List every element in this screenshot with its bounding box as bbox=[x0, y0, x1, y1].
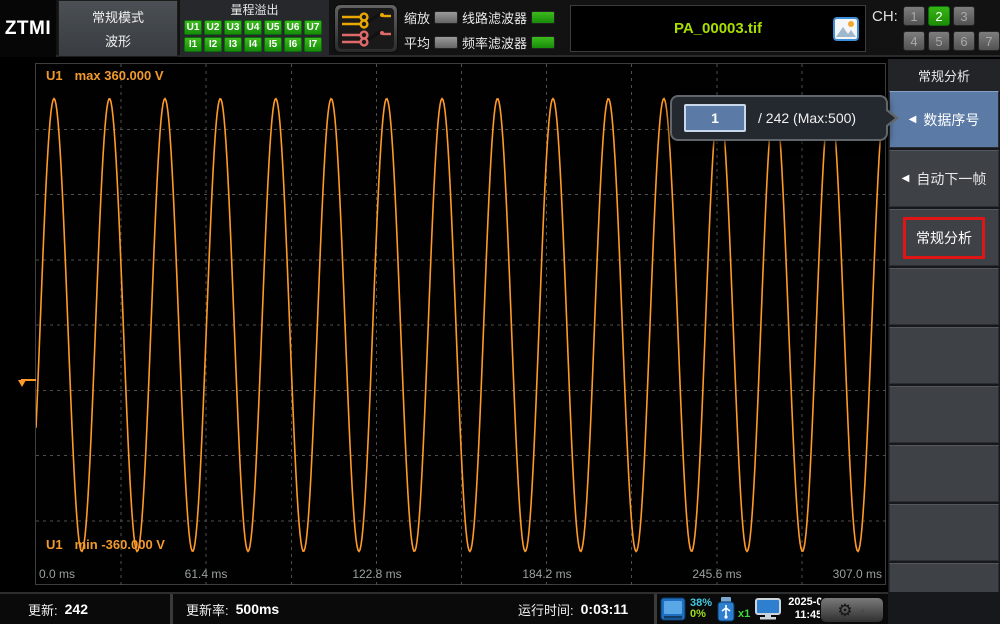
mode-button[interactable]: 常规模式 波形 bbox=[58, 0, 178, 57]
badge-i3: I3 bbox=[224, 37, 242, 52]
storage-percentages: 38% 0% bbox=[690, 598, 712, 620]
badge-u1: U1 bbox=[184, 20, 202, 35]
sidebar-item-label: 数据序号 bbox=[923, 110, 979, 130]
badge-i6: I6 bbox=[284, 37, 302, 52]
freq-filter-indicator[interactable] bbox=[531, 36, 555, 49]
brand-logo: ZTMI bbox=[0, 0, 56, 57]
badge-u7: U7 bbox=[304, 20, 322, 35]
channel-button-6[interactable]: 6 bbox=[953, 31, 975, 51]
zoom-label: 缩放 bbox=[404, 8, 430, 27]
channel-button-2[interactable]: 2 bbox=[928, 6, 950, 26]
range-overflow-panel: 量程溢出 U1 U2 U3 U4 U5 U6 U7 I1 I2 I3 I4 I5… bbox=[180, 0, 329, 57]
time-tick-3: 184.2 ms bbox=[522, 567, 571, 581]
badge-u5: U5 bbox=[264, 20, 282, 35]
badge-i7: I7 bbox=[304, 37, 322, 52]
line-filter-label: 线路滤波器 bbox=[462, 8, 527, 27]
sidebar-item-normal-analysis[interactable]: 常规分析 bbox=[889, 209, 999, 266]
badge-i2: I2 bbox=[204, 37, 222, 52]
settings-button[interactable]: ⚙ ▲ bbox=[820, 597, 884, 623]
divider bbox=[170, 594, 173, 624]
channel-selector: CH: 1 2 3 4 5 6 7 bbox=[868, 0, 1000, 57]
sidebar-item-data-index[interactable]: ◀ 数据序号 bbox=[889, 91, 999, 148]
mode-line1: 常规模式 bbox=[92, 7, 144, 26]
usb-icon bbox=[716, 596, 736, 622]
channel-button-5[interactable]: 5 bbox=[928, 31, 950, 51]
system-tray: 38% 0% x1 2025-04-10 11:45:33 bbox=[660, 594, 845, 624]
sidebar-empty-cell bbox=[889, 268, 999, 325]
sidebar-item-label: 自动下一帧 bbox=[916, 169, 986, 189]
runtime: 运行时间: 0:03:11 bbox=[518, 594, 628, 624]
waveform-plot: U1max 360.000 V U1min -360.000 V 0.0 ms … bbox=[35, 63, 886, 585]
badge-i1: I1 bbox=[184, 37, 202, 52]
bottom-right-corner-panel bbox=[888, 592, 1000, 624]
data-index-total: / 242 (Max:500) bbox=[758, 110, 856, 126]
sidebar-title: 常规分析 bbox=[888, 59, 1000, 91]
data-index-popup: / 242 (Max:500) bbox=[670, 95, 888, 141]
badge-u2: U2 bbox=[204, 20, 222, 35]
grid-lines bbox=[36, 64, 887, 586]
channel-label: CH: bbox=[872, 8, 898, 25]
image-file-icon bbox=[833, 17, 859, 46]
channel-button-7[interactable]: 7 bbox=[978, 31, 1000, 51]
channel-button-3[interactable]: 3 bbox=[953, 6, 975, 26]
sidebar-empty-cell bbox=[889, 504, 999, 561]
range-overflow-title: 量程溢出 bbox=[180, 0, 329, 18]
u1-max-readout: U1max 360.000 V bbox=[46, 68, 164, 83]
time-tick-1: 61.4 ms bbox=[185, 567, 228, 581]
current-channel-badges: I1 I2 I3 I4 I5 I6 I7 bbox=[184, 37, 329, 52]
sidebar-item-auto-next-frame[interactable]: ◀ 自动下一帧 bbox=[889, 150, 999, 207]
time-tick-4: 245.6 ms bbox=[692, 567, 741, 581]
average-label: 平均 bbox=[404, 33, 430, 52]
badge-u3: U3 bbox=[224, 20, 242, 35]
gear-icon: ⚙ bbox=[837, 602, 852, 619]
time-tick-0: 0.0 ms bbox=[39, 567, 75, 581]
badge-u4: U4 bbox=[244, 20, 262, 35]
divider bbox=[654, 594, 657, 624]
usb-count: x1 bbox=[738, 608, 750, 620]
badge-i4: I4 bbox=[244, 37, 262, 52]
filename-display[interactable]: PA_00003.tif bbox=[570, 5, 866, 52]
power-analyzer-screen: ZTMI 常规模式 波形 量程溢出 U1 U2 U3 U4 U5 U6 U7 I… bbox=[0, 0, 1000, 624]
storage-pct-bottom: 0% bbox=[690, 609, 712, 620]
sidebar: 常规分析 ◀ 数据序号 ◀ 自动下一帧 常规分析 bbox=[888, 59, 1000, 624]
time-tick-2: 122.8 ms bbox=[352, 567, 401, 581]
badge-i5: I5 bbox=[264, 37, 282, 52]
red-highlight-box: 常规分析 bbox=[903, 217, 985, 259]
wiring-icon bbox=[338, 8, 394, 49]
filename-text: PA_00003.tif bbox=[571, 6, 865, 51]
mode-line2: 波形 bbox=[105, 31, 131, 50]
left-arrow-icon: ◀ bbox=[902, 173, 910, 184]
dropdown-up-icon: ▲ bbox=[859, 606, 867, 615]
data-index-input[interactable] bbox=[684, 104, 746, 132]
time-tick-5: 307.0 ms bbox=[833, 567, 882, 581]
voltage-channel-badges: U1 U2 U3 U4 U5 U6 U7 bbox=[184, 20, 329, 35]
left-arrow-icon: ◀ bbox=[909, 114, 917, 125]
top-bar: ZTMI 常规模式 波形 量程溢出 U1 U2 U3 U4 U5 U6 U7 I… bbox=[0, 0, 1000, 57]
waveform-svg bbox=[36, 64, 887, 586]
zero-level-marker-icon bbox=[17, 376, 37, 390]
sidebar-empty-cell bbox=[889, 445, 999, 502]
sidebar-empty-cell bbox=[889, 327, 999, 384]
storage-icon bbox=[660, 597, 686, 621]
filter-panel: 缩放 线路滤波器 平均 频率滤波器 bbox=[404, 0, 566, 57]
wiring-config-button[interactable] bbox=[334, 4, 398, 53]
update-count: 更新: 242 bbox=[28, 594, 88, 624]
update-rate: 更新率: 500ms bbox=[186, 594, 279, 624]
line-filter-indicator[interactable] bbox=[531, 11, 555, 24]
average-indicator[interactable] bbox=[434, 36, 458, 49]
freq-filter-label: 频率滤波器 bbox=[462, 33, 527, 52]
u1-min-readout: U1min -360.000 V bbox=[46, 537, 165, 552]
status-bar: 更新: 242 更新率: 500ms 运行时间: 0:03:11 38% 0% bbox=[0, 592, 888, 624]
channel-button-4[interactable]: 4 bbox=[903, 31, 925, 51]
zoom-indicator[interactable] bbox=[434, 11, 458, 24]
channel-button-1[interactable]: 1 bbox=[903, 6, 925, 26]
network-monitor-icon bbox=[754, 597, 782, 621]
sidebar-empty-cell bbox=[889, 386, 999, 443]
badge-u6: U6 bbox=[284, 20, 302, 35]
